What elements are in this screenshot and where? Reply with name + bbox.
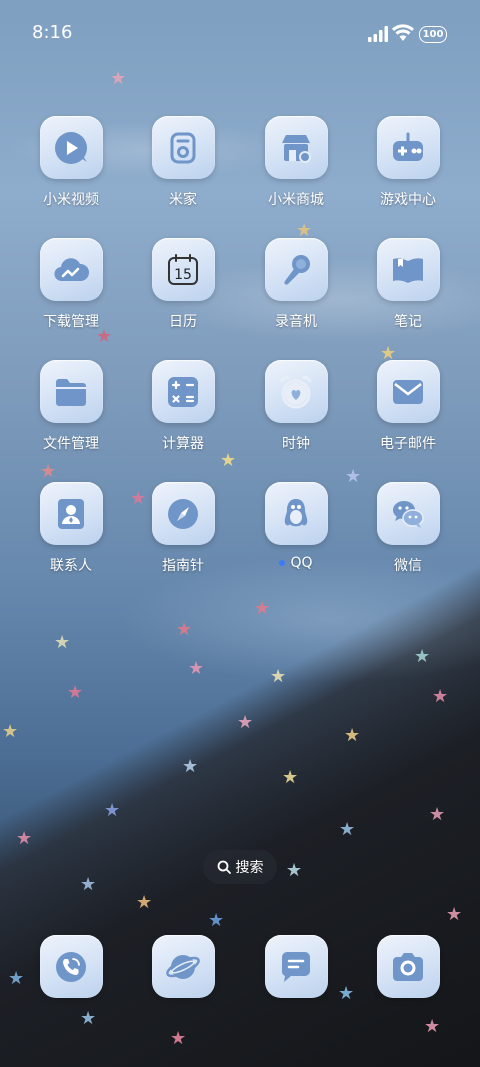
dock-camera[interactable] [352,935,464,998]
messages-icon [281,951,310,982]
alarm-clock-icon [280,375,312,408]
calendar-day: 15 [174,267,192,283]
search-label: 搜索 [235,860,264,876]
app-game-center[interactable]: 游戏中心 [352,116,464,209]
app-label: 录音机 [275,314,317,330]
app-xiaomi-video[interactable]: 小米视频 [15,116,127,209]
app-mijia[interactable]: 米家 [127,116,239,209]
app-label-row: QQ [240,555,352,571]
app-label: 计算器 [162,436,204,452]
app-compass[interactable]: 指南针 [127,482,239,575]
wechat-icon [393,500,424,528]
app-wechat[interactable]: 微信 [352,482,464,575]
app-label: 小米视频 [43,192,99,208]
play-video-icon [55,131,87,164]
camera-icon [393,952,423,981]
app-file-manager[interactable]: 文件管理 [15,360,127,453]
microphone-icon [284,254,310,285]
app-recorder[interactable]: 录音机 [240,238,352,331]
mail-icon [393,379,423,404]
app-label: 米家 [169,192,197,208]
search-button[interactable]: 搜索 [203,850,277,884]
dock-phone[interactable] [15,935,127,998]
status-time: 8:16 [32,22,73,43]
store-icon [282,134,311,163]
browser-planet-icon [166,954,200,979]
folder-icon [56,378,86,406]
signal-icon [368,26,388,42]
app-clock[interactable]: 时钟 [240,360,352,453]
app-xiaomi-store[interactable]: 小米商城 [240,116,352,209]
app-label: 日历 [169,314,197,330]
calculator-icon [168,376,198,407]
app-label: 时钟 [282,436,310,452]
gamepad-icon [393,132,423,161]
battery-level: 100 [422,29,444,40]
wifi-icon [392,24,414,41]
app-calculator[interactable]: 计算器 [127,360,239,453]
app-label: 微信 [394,558,422,574]
status-bar: 8:16 100 [0,0,480,68]
cloud-download-icon [54,257,90,281]
app-label: 游戏中心 [380,192,436,208]
app-contacts[interactable]: 联系人 [15,482,127,575]
app-download-manager[interactable]: 下载管理 [15,238,127,331]
dock-browser[interactable] [127,935,239,998]
app-label: 指南针 [162,558,204,574]
mijia-home-device-icon [170,132,196,163]
dock-messages[interactable] [240,935,352,998]
app-label: 笔记 [394,314,422,330]
app-label: 电子邮件 [380,436,436,452]
app-label: QQ [290,555,313,571]
app-label: 文件管理 [43,436,99,452]
battery-icon: 100 [419,26,447,43]
calendar-icon: 15 [168,253,198,285]
app-label: 联系人 [50,558,92,574]
app-qq[interactable]: QQ [240,482,352,571]
notebook-icon [393,257,423,283]
app-label: 下载管理 [43,314,99,330]
contact-card-icon [58,498,84,529]
search-icon [217,860,231,874]
phone-icon [56,951,86,982]
app-notes[interactable]: 笔记 [352,238,464,331]
qq-penguin-icon [284,498,308,526]
compass-icon [168,498,198,529]
notification-dot [279,560,286,566]
app-calendar[interactable]: 15 日历 [127,238,239,331]
app-label: 小米商城 [268,192,324,208]
app-email[interactable]: 电子邮件 [352,360,464,453]
